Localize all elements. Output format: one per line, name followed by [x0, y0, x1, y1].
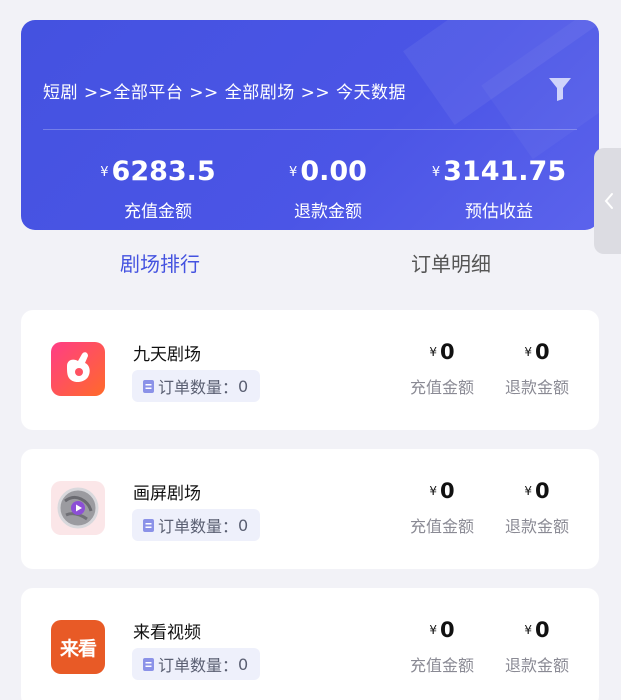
stat-refund: ¥0.00 退款金额 — [233, 154, 423, 222]
theater-name: 来看视频 — [133, 623, 201, 643]
stat-value: ¥0.00 — [289, 156, 367, 187]
laikan-logo: 来看 — [51, 620, 105, 674]
filter-icon[interactable] — [547, 75, 573, 103]
theater-name: 画屏剧场 — [133, 484, 201, 504]
refund-metric: ¥0 退款金额 — [504, 618, 569, 675]
globe-play-icon — [51, 481, 105, 535]
recharge-metric: ¥0 充值金额 — [409, 340, 474, 397]
document-icon — [143, 657, 154, 671]
refund-metric: ¥0 退款金额 — [504, 340, 569, 397]
stat-recharge: ¥6283.5 充值金额 — [63, 154, 253, 222]
order-count-badge: 订单数量： 0 — [132, 370, 261, 402]
breadcrumb[interactable]: 短剧 >>全部平台 >> 全部剧场 >> 今天数据 — [43, 78, 406, 103]
side-drawer-handle[interactable] — [594, 148, 621, 254]
recharge-metric: ¥0 充值金额 — [409, 479, 474, 536]
tab-theater-ranking[interactable]: 剧场排行 — [120, 248, 200, 280]
summary-card: 短剧 >>全部平台 >> 全部剧场 >> 今天数据 ¥6283.5 充值金额 ¥… — [21, 20, 599, 230]
refund-metric: ¥0 退款金额 — [504, 479, 569, 536]
stat-value: ¥3141.75 — [431, 156, 567, 187]
summary-divider — [43, 129, 577, 130]
chevron-left-icon — [604, 193, 613, 209]
theater-card[interactable]: 画屏剧场 订单数量： 0 ¥0 充值金额 ¥0 退款金额 — [21, 449, 599, 569]
theater-card[interactable]: 来看 来看视频 订单数量： 0 ¥0 充值金额 ¥0 退款金额 — [21, 588, 599, 700]
order-count-badge: 订单数量： 0 — [132, 648, 261, 680]
order-count-badge: 订单数量： 0 — [132, 509, 261, 541]
recharge-metric: ¥0 充值金额 — [409, 618, 474, 675]
stat-label: 退款金额 — [294, 202, 362, 222]
tab-order-details[interactable]: 订单明细 — [411, 248, 491, 280]
theater-card[interactable]: 九天剧场 订单数量： 0 ¥0 充值金额 ¥0 退款金额 — [21, 310, 599, 430]
theater-name: 九天剧场 — [133, 345, 201, 365]
stat-value: ¥6283.5 — [100, 156, 216, 187]
stat-label: 预估收益 — [465, 202, 533, 222]
stat-label: 充值金额 — [124, 202, 192, 222]
document-icon — [143, 518, 154, 532]
document-icon — [143, 379, 154, 393]
stat-estimated-income: ¥3141.75 预估收益 — [404, 154, 594, 222]
fist-app-icon — [51, 342, 105, 396]
